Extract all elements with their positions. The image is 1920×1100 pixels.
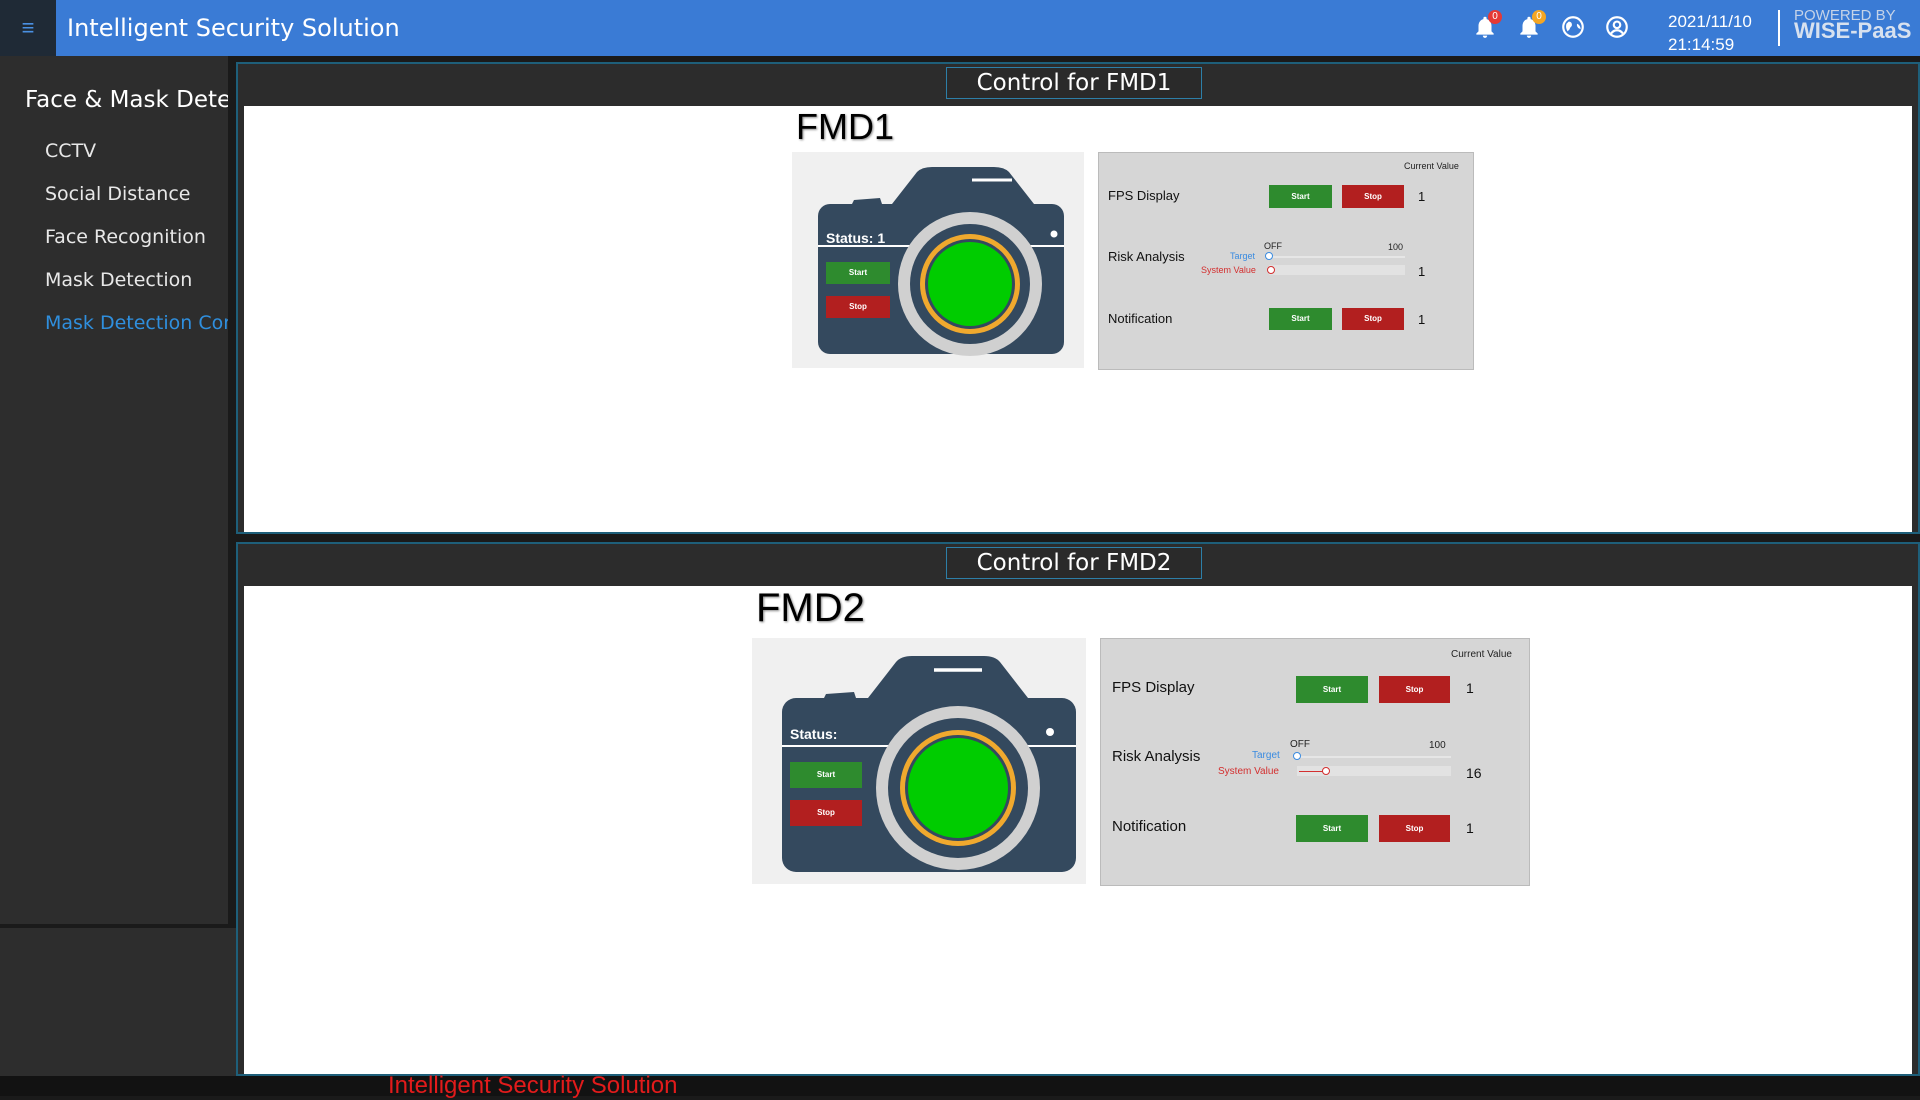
risk-off-label: OFF — [1290, 739, 1310, 750]
camera-widget: Status: Start Stop — [752, 638, 1086, 884]
system-value-label: System Value — [1201, 265, 1256, 275]
fps-current-value: 1 — [1418, 189, 1426, 204]
camera-widget: Status: 1 Start Stop — [792, 152, 1084, 368]
fps-start-button[interactable]: Start — [1296, 676, 1368, 703]
menu-icon[interactable]: ≡ — [0, 0, 56, 56]
date: 2021/11/10 — [1668, 12, 1752, 31]
top-icons: 0 0 — [1472, 10, 1630, 40]
fps-start-button[interactable]: Start — [1269, 185, 1332, 208]
notification-stop-button[interactable]: Stop — [1342, 308, 1404, 330]
fps-stop-button[interactable]: Stop — [1379, 676, 1450, 703]
panel-body: FMD2 Status: Start Stop Current Value FP… — [244, 586, 1912, 1074]
sidebar-item-mask-detection[interactable]: Mask Detection — [45, 269, 192, 291]
sidebar-item-mask-detection-control[interactable]: Mask Detection Cor — [45, 312, 228, 334]
sidebar: Face & Mask Dete CCTV Social Distance Fa… — [0, 56, 230, 924]
target-slider-handle[interactable] — [1293, 752, 1301, 760]
risk-max-label: 100 — [1429, 740, 1446, 751]
notification-start-button[interactable]: Start — [1296, 815, 1368, 842]
system-value-slider-track — [1269, 265, 1405, 275]
target-label: Target — [1230, 251, 1256, 261]
sidebar-footer — [0, 928, 236, 1076]
camera-start-button[interactable]: Start — [790, 762, 862, 788]
target-slider-handle[interactable] — [1265, 252, 1273, 260]
target-slider-track[interactable] — [1297, 756, 1451, 758]
panel-body: FMD1 Status: 1 Start Stop Current Value — [244, 106, 1912, 532]
system-value-label: System Value — [1218, 766, 1279, 777]
panel-title: Control for FMD1 — [946, 67, 1202, 99]
camera-stop-button[interactable]: Stop — [790, 800, 862, 826]
control-box: Current Value FPS Display Start Stop 1 R… — [1098, 152, 1474, 370]
current-value-header: Current Value — [1404, 161, 1459, 171]
notification-start-button[interactable]: Start — [1269, 308, 1332, 330]
control-panel-fmd2: Control for FMD2 FMD2 Status: Start Stop — [236, 542, 1920, 1076]
notification-current-value: 1 — [1466, 820, 1474, 836]
panel-title: Control for FMD2 — [946, 547, 1202, 579]
camera-icon — [818, 167, 1064, 356]
divider — [1778, 10, 1780, 46]
bell-icon[interactable]: 0 — [1472, 10, 1502, 40]
user-circle-icon[interactable] — [1604, 14, 1630, 40]
control-box: Current Value FPS Display Start Stop 1 R… — [1100, 638, 1530, 886]
camera-status: Status: — [790, 726, 838, 742]
notification-count-badge: 0 — [1488, 10, 1502, 24]
risk-analysis-label: Risk Analysis — [1108, 249, 1185, 264]
app-title: Intelligent Security Solution — [67, 14, 400, 42]
device-name: FMD2 — [756, 586, 865, 630]
control-panel-fmd1: Control for FMD1 FMD1 Status: 1 Start St… — [236, 62, 1920, 534]
risk-current-value: 16 — [1466, 765, 1482, 781]
system-value-slider-handle — [1322, 767, 1330, 775]
system-value-slider-handle — [1267, 266, 1275, 274]
time: 21:14:59 — [1668, 35, 1735, 54]
panel-header: Control for FMD2 — [238, 544, 1918, 584]
risk-current-value: 1 — [1418, 264, 1426, 279]
notification-label: Notification — [1108, 311, 1173, 326]
sidebar-item-face-recognition[interactable]: Face Recognition — [45, 226, 206, 248]
alert-count-badge: 0 — [1532, 10, 1546, 24]
fps-display-label: FPS Display — [1112, 679, 1195, 696]
datetime: 2021/11/10 21:14:59 — [1668, 10, 1752, 56]
target-label: Target — [1252, 750, 1280, 761]
notification-label: Notification — [1112, 818, 1187, 835]
top-bar: ≡ Intelligent Security Solution 0 0 2021… — [0, 0, 1920, 56]
camera-status: Status: 1 — [826, 230, 886, 246]
notification-current-value: 1 — [1418, 312, 1426, 327]
sidebar-item-cctv[interactable]: CCTV — [45, 140, 96, 162]
fps-current-value: 1 — [1466, 680, 1474, 696]
target-slider-track[interactable] — [1269, 256, 1405, 258]
camera-stop-button[interactable]: Stop — [826, 296, 890, 318]
risk-off-label: OFF — [1264, 241, 1282, 251]
risk-analysis-label: Risk Analysis — [1112, 748, 1201, 765]
camera-start-button[interactable]: Start — [826, 262, 890, 284]
sidebar-heading[interactable]: Face & Mask Dete — [25, 87, 228, 113]
system-value-slider-fill — [1299, 771, 1323, 772]
risk-max-label: 100 — [1388, 242, 1404, 252]
fps-display-label: FPS Display — [1108, 188, 1180, 203]
globe-icon[interactable] — [1560, 14, 1586, 40]
powered-by-logo: POWERED BY WISE-PaaS — [1794, 8, 1912, 43]
brand-name: WISE-PaaS — [1794, 18, 1912, 43]
panel-header: Control for FMD1 — [238, 64, 1918, 104]
device-name: FMD1 — [796, 106, 894, 147]
fps-stop-button[interactable]: Stop — [1342, 185, 1404, 208]
current-value-header: Current Value — [1451, 649, 1512, 660]
camera-icon — [782, 656, 1076, 872]
notification-stop-button[interactable]: Stop — [1379, 815, 1450, 842]
bell-icon[interactable]: 0 — [1516, 10, 1546, 40]
footer: Intelligent Security Solution — [0, 1072, 1920, 1099]
sidebar-item-social-distance[interactable]: Social Distance — [45, 183, 190, 205]
